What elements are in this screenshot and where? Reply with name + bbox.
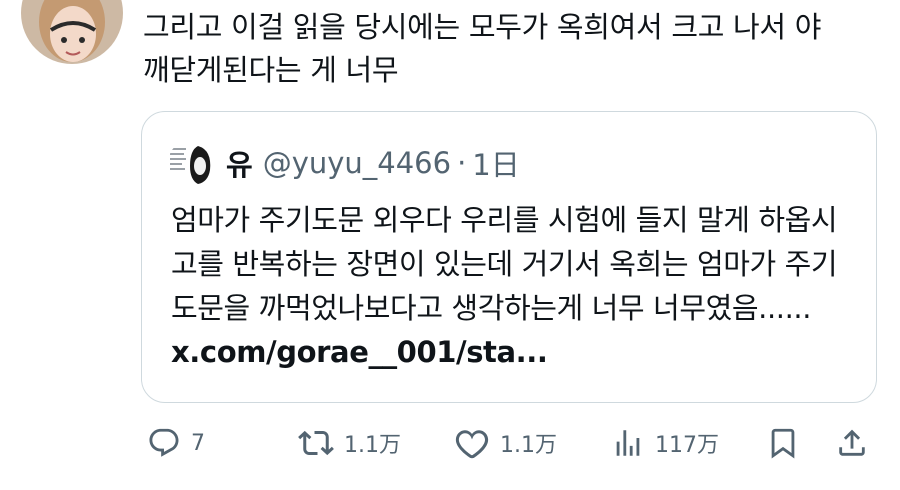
separator-dot: · — [457, 146, 467, 180]
retweet-button[interactable]: 1.1万 — [298, 420, 401, 466]
quoted-user-name[interactable]: 유 — [226, 142, 253, 184]
reply-count: 7 — [191, 430, 205, 456]
reply-button[interactable]: 7 — [147, 420, 205, 466]
retweet-icon — [298, 430, 334, 456]
like-button[interactable]: 1.1万 — [454, 420, 557, 466]
quoted-user-handle[interactable]: @yuyu_4466 — [263, 146, 451, 180]
quoted-tweet-text: 엄마가 주기도문 외우다 우리를 시험에 들지 말게 하옵시고를 반복하는 장면… — [171, 198, 861, 374]
action-bar: 7 1.1万 1.1万 117万 — [141, 420, 877, 466]
tweet-text: 그리고 이걸 읽을 당시에는 모두가 옥희여서 크고 나서 야 깨닫게된다는 게… — [143, 10, 822, 87]
like-count: 1.1万 — [500, 433, 557, 458]
tweet: 그리고 이걸 읽을 당시에는 모두가 옥희여서 크고 나서 야 깨닫게된다는 게… — [0, 0, 900, 490]
share-icon — [839, 429, 865, 456]
quoted-tweet-body: 엄마가 주기도문 외우다 우리를 시험에 들지 말게 하옵시고를 반복하는 장면… — [171, 203, 838, 325]
reply-icon — [149, 428, 179, 457]
quoted-tweet[interactable]: 유 @yuyu_4466 · 1日 엄마가 주기도문 외우다 우리를 시험에 들… — [141, 111, 877, 403]
bookmark-icon — [771, 428, 795, 459]
quoted-tweet-link[interactable]: x.com/gorae__001/sta... — [171, 335, 548, 369]
quoted-user-avatar[interactable] — [168, 140, 214, 186]
quoted-tweet-time[interactable]: 1日 — [472, 142, 519, 184]
bookmark-button[interactable] — [766, 420, 800, 466]
user-avatar[interactable] — [21, 0, 123, 64]
views-count: 117万 — [655, 433, 719, 458]
heart-icon — [455, 430, 489, 459]
views-icon — [616, 430, 640, 456]
views-button[interactable]: 117万 — [611, 420, 719, 466]
quoted-tweet-header: 유 @yuyu_4466 · 1日 — [168, 140, 520, 186]
retweet-count: 1.1万 — [344, 433, 401, 458]
share-button[interactable] — [835, 420, 869, 466]
